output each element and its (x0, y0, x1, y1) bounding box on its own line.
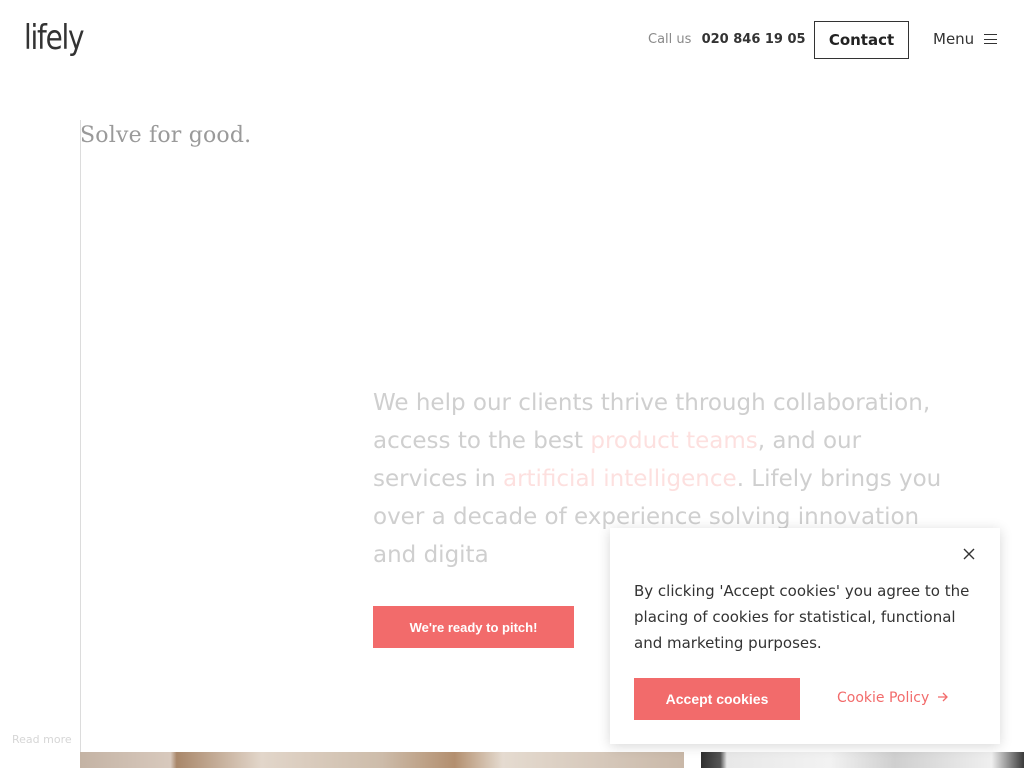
accept-cookies-button[interactable]: Accept cookies (634, 678, 800, 720)
read-more-link[interactable]: Read more (12, 733, 72, 746)
logo[interactable]: lifely (24, 18, 85, 58)
menu-button[interactable]: Menu (933, 30, 998, 48)
team-photo (701, 752, 1024, 768)
arrow-right-icon (937, 690, 949, 706)
product-teams-link[interactable]: product teams (590, 428, 757, 454)
page-tagline: Solve for good. (80, 123, 252, 148)
contact-button[interactable]: Contact (814, 21, 909, 59)
menu-label: Menu (933, 30, 975, 48)
cookie-policy-label: Cookie Policy (837, 690, 930, 706)
vertical-divider (80, 120, 81, 752)
call-us: Call us 020 846 19 05 (648, 32, 806, 47)
pitch-button[interactable]: We're ready to pitch! (373, 606, 574, 648)
hamburger-icon (984, 34, 998, 44)
call-label: Call us (648, 32, 692, 47)
artificial-intelligence-link[interactable]: artificial intelligence (503, 466, 737, 492)
cookie-policy-link[interactable]: Cookie Policy (837, 690, 949, 706)
phone-number[interactable]: 020 846 19 05 (702, 32, 806, 47)
close-icon[interactable] (962, 546, 976, 560)
office-photo (80, 752, 684, 768)
cookie-banner: By clicking 'Accept cookies' you agree t… (610, 528, 1000, 744)
cookie-text: By clicking 'Accept cookies' you agree t… (634, 582, 970, 652)
